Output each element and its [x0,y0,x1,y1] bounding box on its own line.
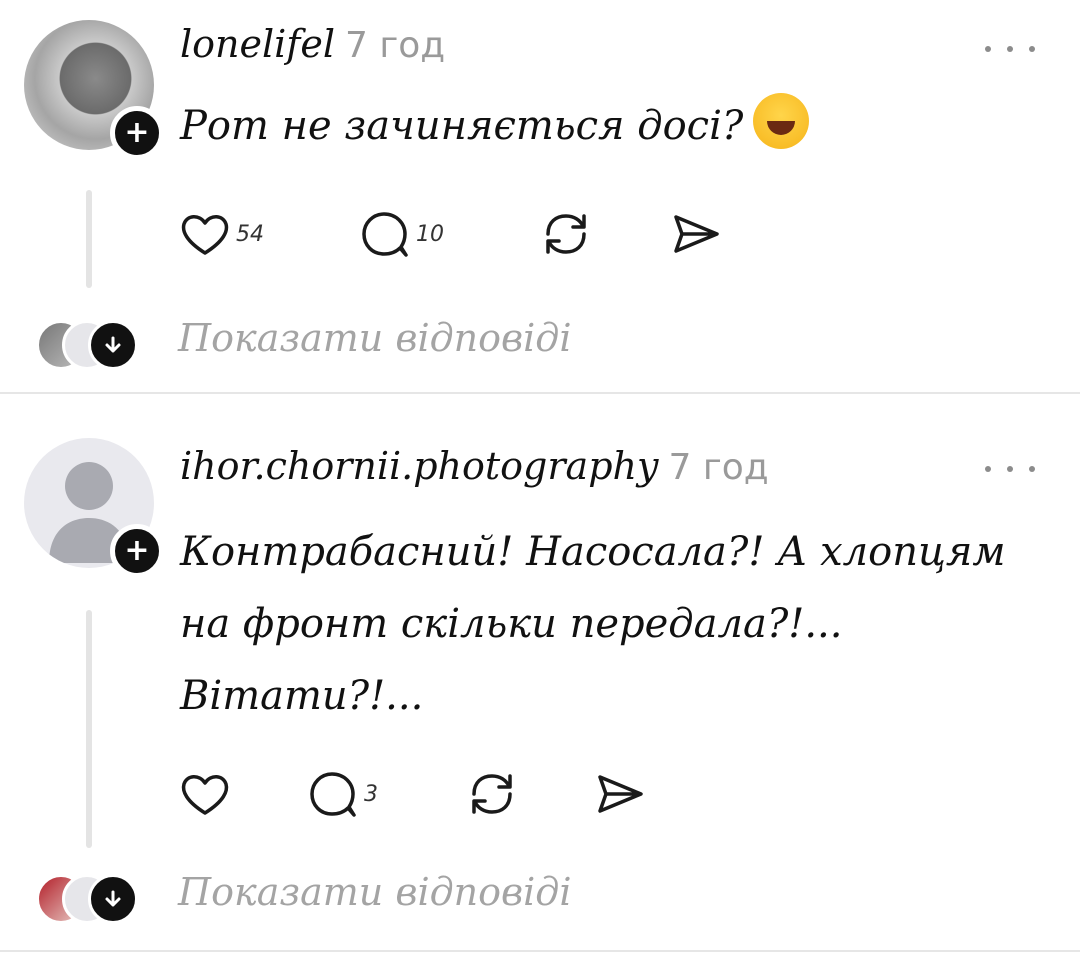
post-2: + ihor.chornii.photography 7 год Контраба… [0,394,1080,949]
repost-button[interactable] [466,764,518,824]
comment-count: 3 [364,781,378,807]
username[interactable]: lonelifel 7 год [180,22,445,66]
expand-replies-button[interactable] [88,320,138,370]
comment-icon [362,212,408,257]
comment-button[interactable]: 10 [360,204,444,264]
thread-line [86,610,92,848]
show-replies-row[interactable]: Показати відповіді [36,314,616,370]
follow-button[interactable]: + [110,106,164,160]
more-options-button[interactable] [985,462,1035,476]
username[interactable]: ihor.chornii.photography 7 год [180,444,769,488]
post-1: + lonelifel 7 год Рот не зачиняється досі… [0,0,1080,392]
thread-line [86,190,92,288]
repost-icon [472,774,512,814]
more-dots-icon [985,466,991,472]
arrow-down-icon [105,890,121,907]
post-text: Контрабасний! Насосала?! А хлопцям на фр… [180,516,1030,732]
show-replies-link[interactable]: Показати відповіді [178,870,572,914]
face-with-tears-of-joy-icon [753,93,810,149]
post-text-content: Рот не зачиняється досі? [180,103,744,149]
more-dots-icon [985,46,991,52]
plus-icon: + [124,115,150,150]
share-button[interactable] [594,764,646,824]
timestamp: 7 год [668,447,769,488]
expand-replies-button[interactable] [88,874,138,924]
share-icon [598,775,643,813]
heart-icon [181,215,229,255]
comment-count: 10 [416,221,444,247]
like-count: 54 [236,221,264,247]
username-text[interactable]: ihor.chornii.photography [180,444,658,488]
timestamp: 7 год [345,25,446,66]
arrow-down-icon [105,336,121,353]
action-bar: 3 [180,764,660,824]
post-divider [0,950,1080,952]
repost-icon [546,214,586,254]
show-replies-link[interactable]: Показати відповіді [178,316,572,360]
comment-icon [310,772,356,817]
heart-icon [181,775,229,815]
share-icon [674,215,719,253]
like-button[interactable]: 54 [180,204,264,264]
comment-button[interactable]: 3 [308,764,378,824]
follow-button[interactable]: + [110,524,164,578]
post-text-content: Контрабасний! Насосала?! А хлопцям на фр… [180,529,1006,719]
plus-icon: + [124,533,150,568]
like-button[interactable] [180,764,236,824]
show-replies-row[interactable]: Показати відповіді [36,868,616,924]
post-text: Рот не зачиняється досі? [180,90,1050,162]
username-text[interactable]: lonelifel [180,22,335,66]
repost-button[interactable] [540,204,592,264]
more-options-button[interactable] [985,42,1035,56]
share-button[interactable] [670,204,722,264]
action-bar: 54 10 [180,204,760,264]
